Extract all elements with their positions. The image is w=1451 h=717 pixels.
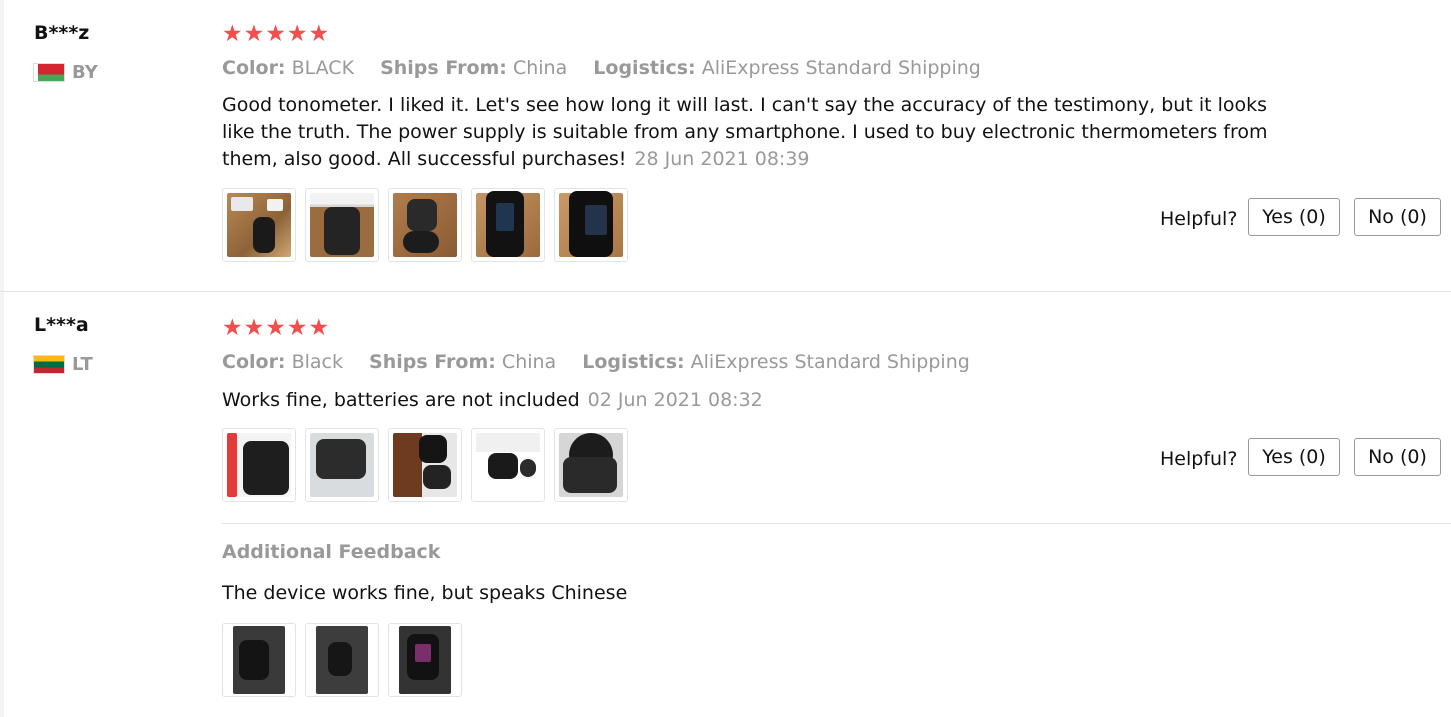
logistics-value: AliExpress Standard Shipping bbox=[690, 351, 970, 373]
additional-feedback-divider bbox=[222, 523, 1451, 524]
country-code: LT bbox=[72, 354, 93, 375]
review-photo-thumbnail[interactable] bbox=[554, 428, 628, 502]
belarus-flag-icon bbox=[34, 64, 64, 81]
ships-from-label: Ships From: bbox=[369, 351, 496, 373]
reviewer-country: BY bbox=[34, 62, 98, 83]
additional-feedback-photos bbox=[222, 623, 462, 697]
review-date: 28 Jun 2021 08:39 bbox=[634, 148, 810, 170]
review-photo-thumbnail[interactable] bbox=[388, 428, 462, 502]
ships-from-label: Ships From: bbox=[380, 57, 507, 79]
review-photos bbox=[222, 188, 628, 262]
feedback-photo-thumbnail[interactable] bbox=[305, 623, 379, 697]
helpful-yes-button[interactable]: Yes (0) bbox=[1248, 198, 1340, 236]
review-text: Good tonometer. I liked it. Let's see ho… bbox=[222, 92, 1282, 173]
additional-feedback-text: The device works fine, but speaks Chines… bbox=[222, 582, 628, 604]
feedback-photo-thumbnail[interactable] bbox=[222, 623, 296, 697]
review-body: Works fine, batteries are not included bbox=[222, 389, 580, 411]
star-rating: ★★★★★ bbox=[222, 315, 331, 341]
review-photo-thumbnail[interactable] bbox=[305, 428, 379, 502]
additional-feedback-title: Additional Feedback bbox=[222, 541, 441, 563]
review-meta: Color: BLACK Ships From: China Logistics… bbox=[222, 57, 1001, 79]
color-value: BLACK bbox=[291, 57, 355, 79]
review-photo-thumbnail[interactable] bbox=[305, 188, 379, 262]
review-card: L***a LT ★★★★★ Color: Black Ships From: … bbox=[0, 292, 1451, 717]
review-photo-thumbnail[interactable] bbox=[554, 188, 628, 262]
reviewer-name: L***a bbox=[34, 314, 89, 336]
review-photo-thumbnail[interactable] bbox=[471, 188, 545, 262]
logistics-label: Logistics: bbox=[593, 57, 696, 79]
review-date: 02 Jun 2021 08:32 bbox=[587, 389, 763, 411]
review-card: B***z BY ★★★★★ Color: BLACK Ships From: … bbox=[0, 0, 1451, 292]
reviewer-country: LT bbox=[34, 354, 93, 375]
review-photo-thumbnail[interactable] bbox=[222, 188, 296, 262]
review-photos bbox=[222, 428, 628, 502]
color-value: Black bbox=[291, 351, 343, 373]
helpful-no-button[interactable]: No (0) bbox=[1354, 198, 1441, 236]
logistics-value: AliExpress Standard Shipping bbox=[701, 57, 981, 79]
ships-from-value: China bbox=[512, 57, 568, 79]
ships-from-value: China bbox=[501, 351, 557, 373]
review-photo-thumbnail[interactable] bbox=[222, 428, 296, 502]
star-rating: ★★★★★ bbox=[222, 21, 331, 47]
helpful-label: Helpful? bbox=[1160, 208, 1238, 230]
review-meta: Color: Black Ships From: China Logistics… bbox=[222, 351, 990, 373]
color-label: Color: bbox=[222, 57, 286, 79]
color-label: Color: bbox=[222, 351, 286, 373]
helpful-label: Helpful? bbox=[1160, 448, 1238, 470]
helpful-yes-button[interactable]: Yes (0) bbox=[1248, 438, 1340, 476]
feedback-photo-thumbnail[interactable] bbox=[388, 623, 462, 697]
review-photo-thumbnail[interactable] bbox=[388, 188, 462, 262]
helpful-no-button[interactable]: No (0) bbox=[1354, 438, 1441, 476]
lithuania-flag-icon bbox=[34, 356, 64, 373]
review-text: Works fine, batteries are not included 02… bbox=[222, 387, 1282, 414]
logistics-label: Logistics: bbox=[582, 351, 685, 373]
reviewer-name: B***z bbox=[34, 22, 90, 44]
country-code: BY bbox=[72, 62, 98, 83]
review-photo-thumbnail[interactable] bbox=[471, 428, 545, 502]
